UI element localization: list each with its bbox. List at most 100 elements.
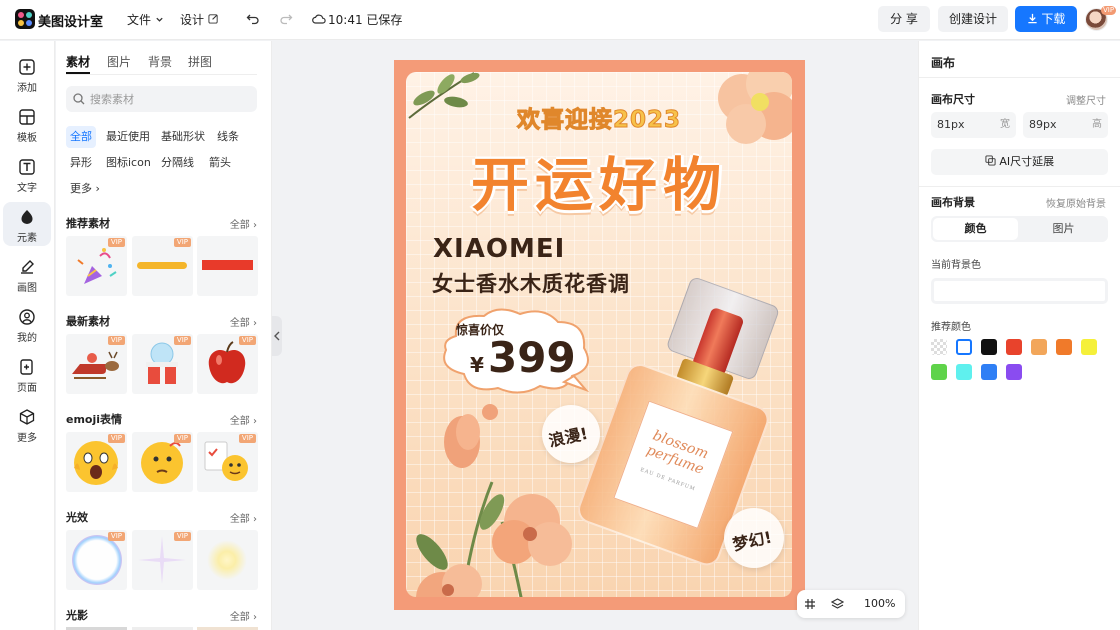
chevron-left-icon	[274, 331, 280, 341]
material-thumb[interactable]: VIP	[197, 334, 258, 394]
height-field[interactable]: 89px 高	[1023, 112, 1108, 138]
current-bg-swatch[interactable]	[931, 278, 1108, 304]
chip-lines[interactable]: 线条	[213, 126, 243, 148]
color-swatch-white[interactable]	[956, 339, 972, 355]
color-swatch-yellow[interactable]	[1081, 339, 1097, 355]
undo-icon[interactable]	[246, 12, 260, 26]
design-canvas[interactable]: 欢喜迎接2023 开运好物 XIAOMEI 女士香水木质花香调 惊喜价仅 ¥ 3…	[394, 60, 805, 610]
tab-material[interactable]: 素材	[66, 53, 90, 70]
view-all-link[interactable]: 全部 ›	[230, 216, 257, 231]
sidebar-item-more[interactable]: 更多	[3, 402, 51, 446]
draw-icon	[21, 260, 34, 274]
material-thumb[interactable]: VIP	[66, 334, 127, 394]
adjust-size-link[interactable]: 调整尺寸	[1066, 92, 1106, 107]
tab-divider	[66, 74, 257, 75]
material-panel: 素材 图片 背景 拼图 搜索素材 全部 最近使用 基础形状 线条 异形 图标ic…	[56, 41, 272, 630]
glow-light	[207, 540, 247, 580]
view-all-link[interactable]: 全部 ›	[230, 412, 257, 427]
color-swatch-transparent[interactable]	[931, 339, 947, 355]
section-title: 推荐素材	[66, 217, 110, 230]
brand-name[interactable]: XIAOMEI	[433, 234, 565, 264]
sticker-romantic-text: 浪漫!	[547, 423, 590, 451]
search-box[interactable]: 搜索素材	[66, 86, 257, 112]
chip-more[interactable]: 更多 ›	[66, 178, 104, 200]
chip-all[interactable]: 全部	[66, 126, 96, 148]
sidebar-label: 我的	[17, 333, 37, 344]
chip-recent[interactable]: 最近使用	[102, 126, 154, 148]
download-button[interactable]: 下载	[1015, 6, 1077, 32]
sidebar-item-element[interactable]: 元素	[3, 202, 51, 246]
material-thumb[interactable]: VIP	[132, 530, 193, 590]
color-swatch-orange[interactable]	[1056, 339, 1072, 355]
material-thumb[interactable]: VIP	[132, 432, 193, 492]
material-thumb[interactable]: VIP	[132, 334, 193, 394]
download-label: 下载	[1041, 12, 1066, 26]
segment-color-label: 颜色	[964, 222, 987, 235]
vip-badge: VIP	[238, 336, 256, 345]
chip-icons[interactable]: 图标icon	[102, 152, 155, 174]
vip-badge: VIP	[173, 532, 191, 541]
sidebar-item-page[interactable]: 页面	[3, 352, 51, 396]
collapse-panel-handle[interactable]	[272, 316, 282, 356]
sidebar-item-mine[interactable]: 我的	[3, 302, 51, 346]
restore-bg-link[interactable]: 恢复原始背景	[1046, 195, 1106, 210]
color-swatch-purple[interactable]	[1006, 364, 1022, 380]
layers-icon[interactable]	[831, 598, 844, 610]
zoom-level[interactable]: 100%	[864, 597, 895, 610]
color-swatch-red[interactable]	[1006, 339, 1022, 355]
vip-badge: VIP	[107, 336, 125, 345]
height-unit: 高	[1092, 119, 1102, 130]
view-all-link[interactable]: 全部 ›	[230, 314, 257, 329]
color-swatch-green[interactable]	[931, 364, 947, 380]
sidebar-label: 画图	[17, 283, 37, 294]
section-title: 光效	[66, 511, 88, 524]
tab-image[interactable]: 图片	[107, 53, 131, 70]
search-input[interactable]: 搜索素材	[90, 91, 134, 107]
view-all-link[interactable]: 全部 ›	[230, 608, 257, 623]
panel-title: 画布	[931, 56, 956, 70]
section-title: 光影	[66, 609, 88, 622]
material-thumb[interactable]: VIP	[66, 530, 127, 590]
chip-arrow[interactable]: 箭头	[205, 152, 235, 174]
menu-file[interactable]: 文件	[127, 11, 164, 28]
material-thumb[interactable]	[197, 236, 258, 296]
share-button[interactable]: 分 享	[878, 6, 930, 32]
product-name[interactable]: 女士香水木质花香调	[432, 268, 630, 298]
app-logo[interactable]	[15, 9, 35, 29]
chip-irregular[interactable]: 异形	[66, 152, 96, 174]
tab-background[interactable]: 背景	[148, 53, 172, 70]
material-thumb[interactable]: VIP	[66, 432, 127, 492]
material-thumb[interactable]: VIP	[197, 432, 258, 492]
color-swatch-blue[interactable]	[981, 364, 997, 380]
avatar-vip-badge: VIP	[1101, 6, 1117, 15]
vip-badge: VIP	[107, 532, 125, 541]
menu-design[interactable]: 设计	[180, 11, 219, 28]
sidebar-item-draw[interactable]: 画图	[3, 252, 51, 296]
material-thumb[interactable]: VIP	[132, 236, 193, 296]
redo-icon[interactable]	[279, 12, 293, 26]
price-value[interactable]: 399	[488, 333, 576, 382]
headline-small[interactable]: 欢喜迎接2023	[406, 100, 792, 134]
create-design-button[interactable]: 创建设计	[938, 6, 1008, 32]
segment-color[interactable]: 颜色	[933, 218, 1018, 240]
chip-divider[interactable]: 分隔线	[157, 152, 198, 174]
sidebar-item-add[interactable]: 添加	[3, 52, 51, 96]
material-thumb[interactable]	[197, 530, 258, 590]
width-field[interactable]: 81px 宽	[931, 112, 1016, 138]
view-all-label: 全部	[229, 318, 250, 329]
headline-big[interactable]: 开运好物	[406, 138, 792, 222]
color-swatch-light-orange[interactable]	[1031, 339, 1047, 355]
chip-more-label: 更多	[70, 182, 92, 195]
material-thumb[interactable]: VIP	[66, 236, 127, 296]
grid-icon[interactable]	[804, 598, 816, 610]
segment-image[interactable]: 图片	[1021, 218, 1106, 240]
color-swatch-cyan[interactable]	[956, 364, 972, 380]
menu-file-label: 文件	[127, 13, 152, 27]
sidebar-item-template[interactable]: 模板	[3, 102, 51, 146]
sidebar-item-text[interactable]: 文字	[3, 152, 51, 196]
view-all-link[interactable]: 全部 ›	[230, 510, 257, 525]
chip-basic-shapes[interactable]: 基础形状	[157, 126, 209, 148]
ai-extend-button[interactable]: AI尺寸延展	[931, 149, 1108, 175]
color-swatch-black[interactable]	[981, 339, 997, 355]
tab-collage[interactable]: 拼图	[188, 53, 212, 70]
